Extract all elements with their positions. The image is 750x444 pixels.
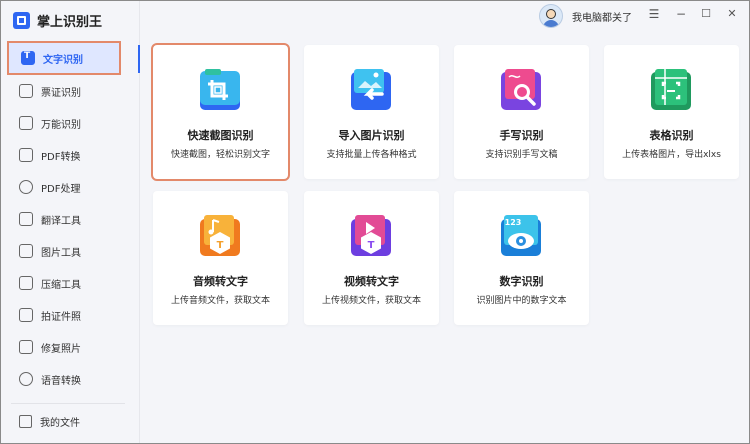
card-desc: 支持批量上传各种格式 <box>326 150 417 160</box>
sidebar-item-label: 压缩工具 <box>41 279 81 291</box>
card-audio-to-text[interactable]: T 音频转文字 上传音频文件，获取文本 <box>153 191 288 325</box>
card-handwriting[interactable]: 手写识别 支持识别手写文稿 <box>454 45 589 179</box>
card-title: 导入图片识别 <box>338 129 405 142</box>
sidebar: 掌上识别王 文字识别 票证识别 万能识别 PDF转换 PDF处理 <box>1 1 140 443</box>
number-recognition-icon: 123 <box>501 215 541 256</box>
card-desc: 上传视频文件，获取文本 <box>321 296 421 306</box>
sidebar-item-repair-photo[interactable]: 修复照片 <box>1 331 139 363</box>
sidebar-item-label: 修复照片 <box>41 343 81 355</box>
sidebar-item-label: 翻译工具 <box>41 215 81 227</box>
app-name: 掌上识别王 <box>37 14 103 30</box>
compress-icon <box>19 276 33 290</box>
sidebar-item-pdf-process[interactable]: PDF处理 <box>1 171 139 203</box>
card-title: 数字识别 <box>499 275 544 288</box>
voice-icon <box>19 372 33 386</box>
sidebar-item-voice[interactable]: 语音转换 <box>1 363 139 395</box>
card-title: 快速截图识别 <box>187 129 254 142</box>
sidebar-item-ticket[interactable]: 票证识别 <box>1 75 139 107</box>
card-table-recognition[interactable]: 表格识别 上传表格图片，导出xlxs <box>604 45 739 179</box>
sidebar-item-label: PDF转换 <box>41 151 81 163</box>
sidebar-item-label: 图片工具 <box>41 247 81 259</box>
table-scan-icon <box>651 69 691 110</box>
screenshot-crop-icon <box>200 69 240 110</box>
sidebar-item-label: 文字识别 <box>43 54 83 66</box>
card-title: 视频转文字 <box>344 275 399 288</box>
sidebar-item-translate[interactable]: 翻译工具 <box>1 203 139 235</box>
app-logo-icon <box>13 11 30 29</box>
sidebar-item-my-files[interactable]: 我的文件 <box>19 409 80 433</box>
sidebar-item-label: PDF处理 <box>41 183 81 195</box>
pdf-process-icon <box>19 180 33 194</box>
translate-icon <box>19 212 33 226</box>
minimize-button[interactable]: − <box>674 7 688 21</box>
card-quick-screenshot[interactable]: 快速截图识别 快速截图，轻松识别文字 <box>151 43 290 181</box>
app-window: 掌上识别王 文字识别 票证识别 万能识别 PDF转换 PDF处理 <box>0 0 750 444</box>
repair-photo-icon <box>19 340 33 354</box>
card-title: 手写识别 <box>499 129 544 142</box>
close-button[interactable]: ✕ <box>725 7 739 21</box>
card-title: 音频转文字 <box>193 275 248 288</box>
sidebar-item-label: 票证识别 <box>41 87 81 99</box>
avatar[interactable] <box>539 4 563 28</box>
card-desc: 上传音频文件，获取文本 <box>170 296 270 306</box>
import-image-icon <box>351 69 391 110</box>
active-indicator <box>138 45 140 73</box>
sidebar-item-pdf-convert[interactable]: PDF转换 <box>1 139 139 171</box>
image-icon <box>19 244 33 258</box>
card-desc: 识别图片中的数字文本 <box>476 296 567 306</box>
pdf-convert-icon <box>19 148 33 162</box>
sidebar-item-label: 万能识别 <box>41 119 81 131</box>
sidebar-item-label: 语音转换 <box>41 375 81 387</box>
id-photo-icon <box>19 308 33 322</box>
svg-text:T: T <box>368 240 375 251</box>
svg-text:123: 123 <box>505 218 522 227</box>
app-brand: 掌上识别王 <box>13 9 102 31</box>
username: 我电脑都关了 <box>572 12 632 24</box>
handwriting-icon <box>501 69 541 110</box>
svg-text:T: T <box>217 240 224 251</box>
sidebar-nav: 文字识别 票证识别 万能识别 PDF转换 PDF处理 翻译工具 <box>1 41 139 395</box>
folder-icon <box>19 414 32 428</box>
sidebar-item-compress[interactable]: 压缩工具 <box>1 267 139 299</box>
video-to-text-icon: T <box>351 215 391 256</box>
text-recognition-icon <box>21 51 35 65</box>
sidebar-item-text-recognition[interactable]: 文字识别 <box>7 41 121 75</box>
sidebar-item-id-photo[interactable]: 拍证件照 <box>1 299 139 331</box>
card-title: 表格识别 <box>649 129 694 142</box>
sidebar-item-label: 拍证件照 <box>41 311 81 323</box>
sidebar-divider <box>11 403 125 404</box>
audio-to-text-icon: T <box>200 215 240 256</box>
sidebar-item-image-tools[interactable]: 图片工具 <box>1 235 139 267</box>
card-video-to-text[interactable]: T 视频转文字 上传视频文件，获取文本 <box>304 191 439 325</box>
card-number-recognition[interactable]: 123 数字识别 识别图片中的数字文本 <box>454 191 589 325</box>
maximize-button[interactable]: ☐ <box>699 7 713 21</box>
card-desc: 快速截图，轻松识别文字 <box>170 150 270 160</box>
card-import-image[interactable]: 导入图片识别 支持批量上传各种格式 <box>304 45 439 179</box>
user-profile[interactable]: 我电脑都关了 <box>539 4 632 28</box>
ticket-icon <box>19 84 33 98</box>
sidebar-item-label: 我的文件 <box>40 417 80 429</box>
sidebar-item-universal[interactable]: 万能识别 <box>1 107 139 139</box>
camera-icon <box>19 116 33 130</box>
card-desc: 上传表格图片，导出xlxs <box>622 150 721 160</box>
card-desc: 支持识别手写文稿 <box>485 150 558 160</box>
menu-icon[interactable]: ☰ <box>647 7 661 21</box>
